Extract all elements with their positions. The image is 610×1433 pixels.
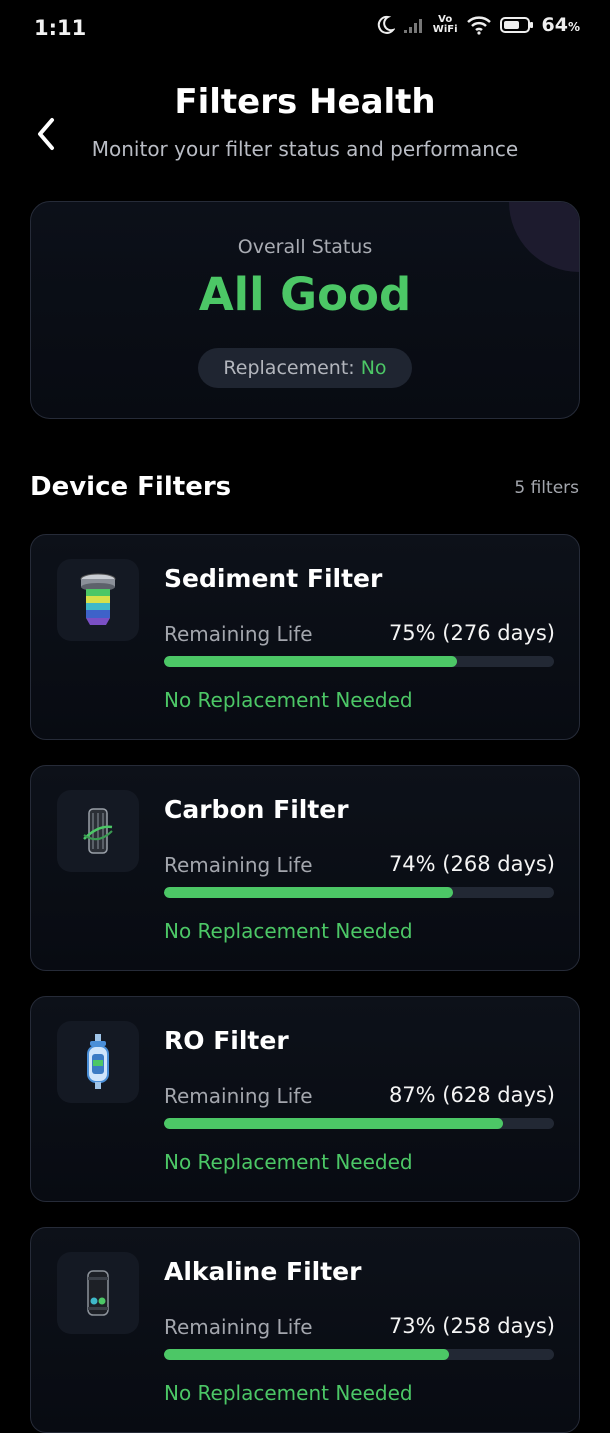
carbon-filter-icon — [83, 808, 113, 854]
status-time: 1:11 — [34, 16, 87, 40]
life-progress-bar — [164, 1118, 554, 1129]
ro-filter-icon — [87, 1034, 109, 1089]
battery-icon — [499, 17, 533, 33]
filter-name: Sediment Filter — [164, 564, 383, 593]
filter-name: RO Filter — [164, 1026, 289, 1055]
filter-icon-container — [57, 790, 139, 872]
replacement-status: No Replacement Needed — [164, 688, 413, 712]
page-title: Filters Health — [174, 82, 436, 122]
status-icons: Vo WiFi 64% — [375, 14, 580, 36]
remaining-life-value: 87% (628 days) — [388, 1083, 555, 1107]
remaining-life-label: Remaining Life — [164, 1084, 313, 1108]
filter-card-carbon[interactable]: Carbon Filter Remaining Life 74% (268 da… — [30, 765, 580, 971]
life-progress-fill — [164, 1118, 504, 1129]
replacement-label: Replacement: — [223, 357, 361, 379]
life-progress-fill — [164, 887, 453, 898]
replacement-status: No Replacement Needed — [164, 1150, 413, 1174]
battery-percentage: 64% — [541, 14, 580, 36]
filter-card-alkaline[interactable]: Alkaline Filter Remaining Life 73% (258 … — [30, 1227, 580, 1433]
replacement-status: No Replacement Needed — [164, 919, 413, 943]
remaining-life-label: Remaining Life — [164, 622, 313, 646]
moon-icon — [377, 15, 395, 34]
signal-icon — [403, 19, 422, 33]
life-progress-bar — [164, 887, 554, 898]
remaining-life-label: Remaining Life — [164, 853, 313, 877]
overall-status-card: Overall Status All Good Replacement: No — [30, 201, 580, 419]
filter-icon-container — [57, 559, 139, 641]
replacement-status: No Replacement Needed — [164, 1381, 413, 1405]
wifi-icon — [466, 16, 491, 35]
filter-icon-container — [57, 1252, 139, 1334]
life-progress-bar — [164, 1349, 554, 1360]
life-progress-fill — [164, 1349, 449, 1360]
overall-status-value: All Good — [198, 268, 412, 321]
filter-name: Carbon Filter — [164, 795, 349, 824]
alkaline-filter-icon — [87, 1270, 109, 1316]
filter-name: Alkaline Filter — [164, 1257, 362, 1286]
remaining-life-value: 73% (258 days) — [388, 1314, 555, 1338]
status-bar: 1:11 Vo WiFi 64% — [0, 0, 610, 58]
filter-card-ro[interactable]: RO Filter Remaining Life 87% (628 days) … — [30, 996, 580, 1202]
replacement-badge: Replacement: No — [198, 348, 412, 388]
section-title: Device Filters — [30, 472, 232, 502]
replacement-value: No — [360, 357, 387, 379]
filter-count: 5 filters — [514, 478, 579, 498]
page-subtitle: Monitor your filter status and performan… — [91, 137, 519, 161]
life-progress-fill — [164, 656, 457, 667]
remaining-life-value: 75% (276 days) — [388, 621, 555, 645]
remaining-life-label: Remaining Life — [164, 1315, 313, 1339]
filter-icon-container — [57, 1021, 139, 1103]
vowifi-indicator: Vo WiFi — [432, 14, 458, 35]
filter-card-sediment[interactable]: Sediment Filter Remaining Life 75% (276 … — [30, 534, 580, 740]
life-progress-bar — [164, 656, 554, 667]
remaining-life-value: 74% (268 days) — [388, 852, 555, 876]
sediment-filter-icon — [80, 573, 116, 625]
overall-status-label: Overall Status — [237, 236, 373, 258]
